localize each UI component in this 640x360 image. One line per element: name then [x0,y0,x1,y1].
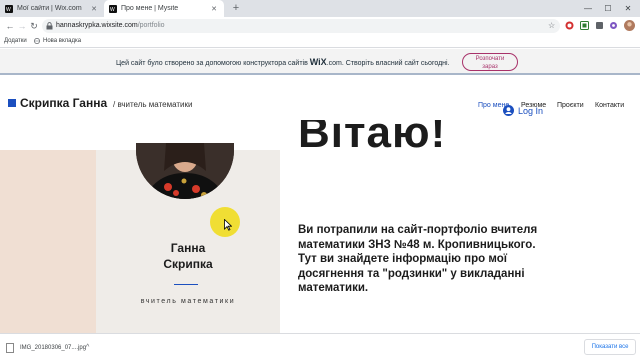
svg-text:W: W [110,7,115,13]
login-label: Log In [518,105,544,116]
show-all-button[interactable]: Показати все [584,339,636,355]
tab-title: Мої сайти | Wix.com [17,5,82,12]
user-icon [503,105,514,116]
url-host: hannaskrypka.wixsite.com [56,22,138,29]
bookmark-apps[interactable]: Додатки [4,35,27,47]
opera-extension-icon[interactable] [565,21,574,30]
wix-brand: WiX [309,57,327,67]
wix-banner-text: Цей сайт було створено за допомогою конс… [116,57,450,67]
site-subtitle: / вчитель математики [113,100,193,109]
bookmarks-bar: Додатки Нова вкладка [0,35,640,48]
hero-left-panel [0,150,96,333]
bookmark-label: Нова вкладка [43,38,82,44]
card-name: Ганна Скрипка [120,240,256,272]
tab-close-icon[interactable]: ✕ [208,5,220,13]
greeting-heading: Вітаю! [298,120,447,150]
nav-contacts[interactable]: Контакти [595,102,624,109]
bookmark-new-tab[interactable]: Нова вкладка [34,35,81,47]
image-file-icon [6,343,14,353]
minimize-button[interactable]: — [578,0,598,17]
tab-strip: W Мої сайти | Wix.com ✕ W Про мене | Mys… [0,0,640,17]
nav-projects[interactable]: Проєкти [557,102,584,109]
download-item[interactable]: IMG_20180306_07....jpg ^ [0,339,100,357]
address-row: ← → ↻ hannaskrypka.wixsite.com/portfolio… [0,17,640,35]
card-divider [174,284,198,285]
window-close-button[interactable]: ✕ [618,0,638,17]
avatar[interactable] [624,20,635,31]
forward-button[interactable]: → [16,19,28,33]
tab-close-icon[interactable]: ✕ [88,5,100,13]
download-file-name: IMG_20180306_07....jpg [20,345,87,351]
tab-wix-sites[interactable]: W Мої сайти | Wix.com ✕ [0,0,104,17]
banner-text-part: .com. Створіть власний сайт сьогодні. [326,60,450,67]
address-bar[interactable]: hannaskrypka.wixsite.com/portfolio ☆ [42,19,560,33]
intro-paragraph: Ви потрапили на сайт-портфоліо вчителя м… [298,224,538,294]
wix-favicon-icon: W [109,4,117,13]
bookmark-label: Додатки [4,38,27,44]
mouse-cursor-icon [224,219,232,231]
banner-text-part: Цей сайт було створено за допомогою конс… [116,60,310,67]
lock-icon [46,22,53,30]
start-now-label-line2: зараз [482,64,498,70]
tab-title: Про мене | Mysite [121,5,179,12]
new-tab-button[interactable]: + [230,2,242,14]
reload-button[interactable]: ↻ [28,19,40,33]
start-now-label-line1: Розпочати [475,56,505,62]
puzzle-extension-icon[interactable] [595,21,604,30]
gear-icon[interactable] [609,21,618,30]
url-path: /portfolio [137,22,165,29]
wix-favicon-icon: W [5,4,13,13]
bookmark-star-icon[interactable]: ☆ [548,19,555,33]
greeting-heading-clip: Вітаю! [298,120,498,150]
logo-square [8,99,16,107]
svg-text:W: W [6,7,11,13]
chevron-up-icon[interactable]: ^ [86,339,89,357]
downloads-bar: IMG_20180306_07....jpg ^ Показати все ✕ [0,333,640,360]
globe-icon [34,38,40,44]
card-last-name: Скрипка [163,257,213,271]
card-first-name: Ганна [170,241,206,255]
start-now-button[interactable]: Розпочати зараз [462,53,518,71]
maximize-button[interactable]: ☐ [598,0,618,17]
card-role: вчитель математики [140,298,236,305]
wix-banner: Цей сайт було створено за допомогою конс… [0,49,640,75]
screenshot-extension-icon[interactable] [580,21,589,30]
site-title[interactable]: Скрипка Ганна [20,96,107,110]
back-button[interactable]: ← [4,19,16,33]
login-button[interactable]: Log In [503,105,543,116]
tab-about-me[interactable]: W Про мене | Mysite ✕ [104,0,224,17]
